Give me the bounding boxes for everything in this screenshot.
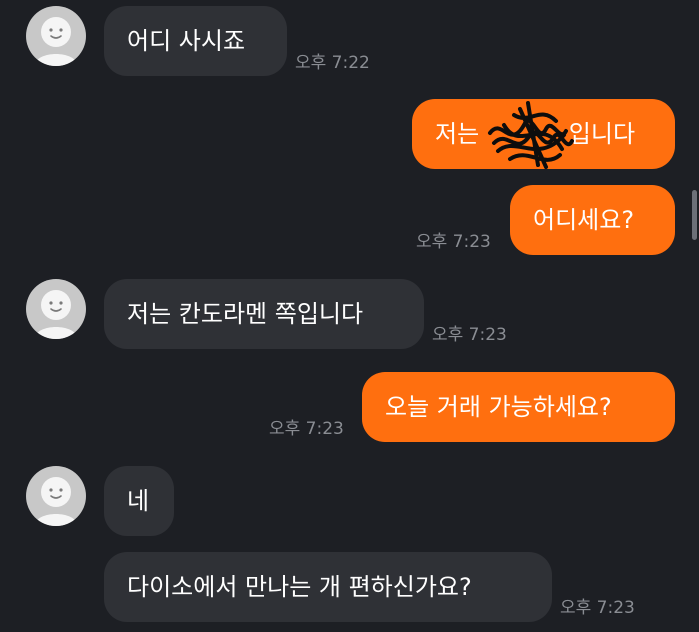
avatar[interactable] (26, 466, 86, 526)
message-timestamp: 오후 7:22 (295, 53, 370, 73)
message-text: 네 (127, 487, 150, 515)
default-profile-face-icon (34, 17, 78, 66)
message-timestamp: 오후 7:23 (416, 232, 491, 252)
message-timestamp: 오후 7:23 (432, 325, 507, 345)
default-profile-face-icon (34, 290, 78, 339)
message-bubble[interactable]: 오늘 거래 가능하세요? (362, 372, 675, 442)
message-text: 다이소에서 만나는 개 편하신가요? (127, 573, 472, 601)
message-text: 어디 사시죠 (127, 27, 246, 55)
message-text-suffix: 입니다 (568, 120, 636, 148)
message-text: 어디세요? (533, 206, 635, 234)
scrollbar[interactable] (691, 0, 699, 632)
avatar[interactable] (26, 279, 86, 339)
avatar[interactable] (26, 6, 86, 66)
message-text: 저는 칸도라멘 쪽입니다 (127, 300, 364, 328)
message-bubble[interactable]: 다이소에서 만나는 개 편하신가요? (104, 552, 552, 622)
message-timestamp: 오후 7:23 (560, 598, 635, 618)
message-bubble[interactable]: 저는 칸도라멘 쪽입니다 (104, 279, 424, 349)
message-text: 저는 (435, 120, 487, 148)
message-bubble[interactable]: 저는 입니다 (412, 99, 675, 169)
message-bubble[interactable]: 네 (104, 466, 174, 536)
scrollbar-thumb[interactable] (692, 190, 697, 240)
message-bubble[interactable]: 어디 사시죠 (104, 6, 287, 76)
message-timestamp: 오후 7:23 (269, 419, 344, 439)
default-profile-face-icon (34, 477, 78, 526)
message-text: 오늘 거래 가능하세요? (385, 393, 612, 421)
message-bubble[interactable]: 어디세요? (510, 185, 675, 255)
